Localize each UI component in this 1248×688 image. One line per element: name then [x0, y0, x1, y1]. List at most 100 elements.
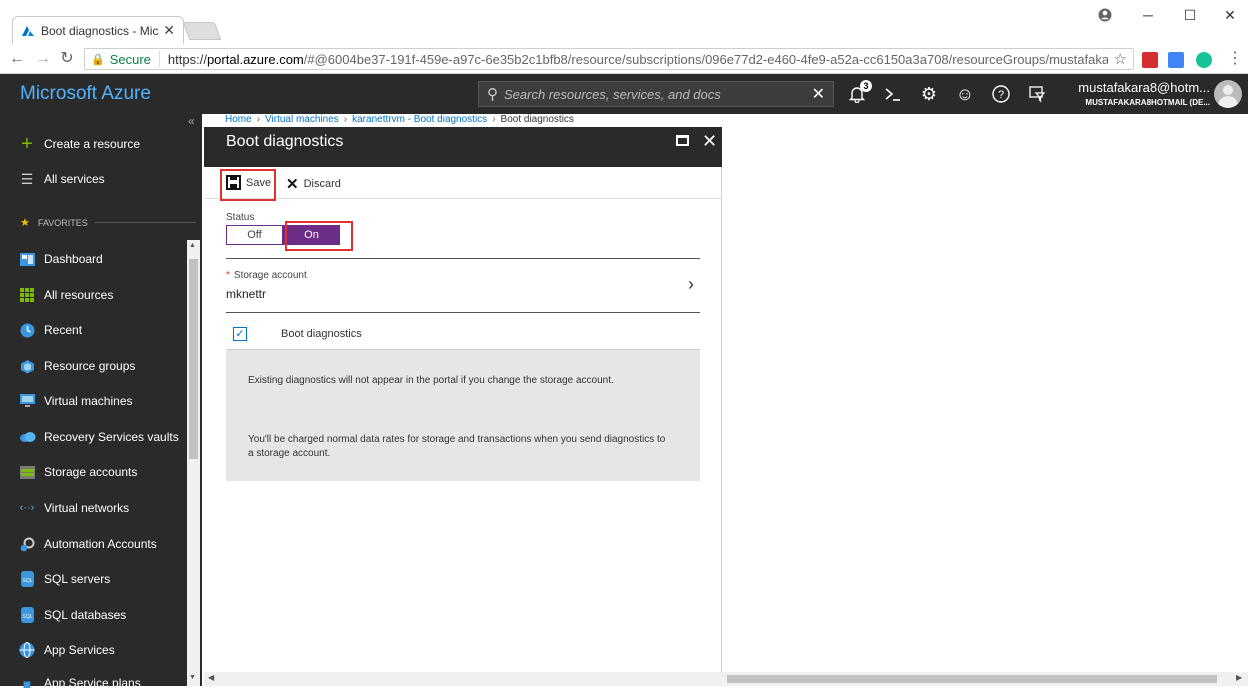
- cloud-shell-icon[interactable]: [876, 80, 910, 108]
- horizontal-scrollbar[interactable]: ◀ ▶: [204, 672, 1248, 686]
- horizontal-scroll-thumb[interactable]: [727, 675, 1217, 683]
- profile-icon[interactable]: [1096, 4, 1114, 26]
- resource-groups-icon: [18, 358, 36, 374]
- browser-tabbar: Boot diagnostics - Micro ✕ ─ ☐ ✕: [0, 0, 1248, 44]
- plus-icon: +: [21, 132, 33, 155]
- sidebar-item-app-service-plans[interactable]: ■ App Service plans: [18, 676, 141, 688]
- network-icon: ‹··›: [19, 502, 35, 514]
- sidebar-item-sql-servers[interactable]: SQL SQL servers: [18, 569, 110, 589]
- app-service-globe-icon: [18, 642, 36, 658]
- sql-server-icon: SQL: [18, 571, 36, 587]
- chevron-right-icon[interactable]: ›: [688, 274, 694, 295]
- scroll-right-arrow-icon[interactable]: ▶: [1236, 673, 1242, 682]
- close-blade-icon[interactable]: ✕: [702, 131, 717, 152]
- browser-toolbar: ← → ↻ 🔒 Secure https://portal.azure.com/…: [0, 44, 1248, 74]
- sidebar-item-all-resources[interactable]: All resources: [18, 285, 113, 305]
- minimize-button[interactable]: ─: [1134, 4, 1162, 26]
- back-arrow-icon[interactable]: ←: [8, 50, 26, 68]
- storage-icon: [18, 464, 36, 480]
- svg-text:SQL: SQL: [22, 614, 32, 620]
- secure-indicator[interactable]: 🔒 Secure: [85, 51, 160, 67]
- divider: [226, 312, 700, 313]
- collapse-sidebar-icon[interactable]: «: [188, 114, 195, 128]
- boot-diagnostics-checkbox[interactable]: ✓: [233, 327, 247, 341]
- directory-filter-icon[interactable]: [1020, 80, 1054, 108]
- url-text: https://portal.azure.com/#@6004be37-191f…: [167, 51, 1108, 67]
- breadcrumb-current: Boot diagnostics: [500, 114, 574, 125]
- info-text-storage-change: Existing diagnostics will not appear in …: [248, 375, 614, 386]
- discard-button[interactable]: ✕ Discard: [286, 175, 341, 193]
- sidebar-scroll-thumb[interactable]: [189, 259, 198, 459]
- automation-icon: [18, 536, 36, 552]
- breadcrumb-virtual-machines[interactable]: Virtual machines: [265, 114, 339, 125]
- clock-icon: [18, 322, 36, 338]
- list-icon: ☰: [20, 170, 34, 187]
- sidebar-item-create-resource[interactable]: + Create a resource: [18, 132, 140, 155]
- sidebar-item-resource-groups[interactable]: Resource groups: [18, 356, 135, 376]
- favorites-header: ★ FAVORITES: [20, 216, 196, 229]
- bookmark-star-icon[interactable]: ☆: [1108, 50, 1133, 68]
- azure-search-box[interactable]: ⚲ Search resources, services, and docs ✕: [478, 81, 834, 107]
- dashboard-icon: [18, 251, 36, 267]
- sidebar-item-app-services[interactable]: App Services: [18, 640, 115, 660]
- user-email: mustafakara8@hotm...: [1078, 80, 1210, 95]
- help-icon[interactable]: ?: [984, 80, 1018, 108]
- sidebar-item-all-services[interactable]: ☰ All services: [18, 169, 105, 189]
- sidebar-item-dashboard[interactable]: Dashboard: [18, 249, 103, 269]
- all-resources-grid-icon: [18, 287, 36, 303]
- maximize-blade-icon[interactable]: [676, 135, 689, 146]
- maximize-button[interactable]: ☐: [1176, 4, 1204, 26]
- extension-translate-icon[interactable]: [1168, 52, 1184, 68]
- avatar[interactable]: [1214, 80, 1242, 108]
- tab-close-icon[interactable]: ✕: [163, 22, 175, 39]
- save-highlight-box: [220, 169, 276, 201]
- on-highlight-box: [285, 221, 353, 251]
- storage-account-label: * Storage account: [226, 270, 307, 281]
- forward-arrow-icon[interactable]: →: [34, 50, 52, 68]
- cloud-vault-icon: [18, 429, 36, 445]
- divider: [226, 258, 700, 259]
- page-title: Boot diagnostics: [226, 133, 344, 150]
- extension-grammarly-icon[interactable]: [1196, 52, 1212, 68]
- notification-badge: 3: [860, 80, 872, 92]
- breadcrumb-home[interactable]: Home: [225, 114, 252, 125]
- extension-lastpass-icon[interactable]: [1142, 52, 1158, 68]
- command-bar: Save ✕ Discard: [204, 167, 722, 199]
- close-window-button[interactable]: ✕: [1216, 4, 1244, 26]
- user-account[interactable]: mustafakara8@hotm... MUSTAFAKARA8HOTMAIL…: [1060, 80, 1210, 107]
- azure-sidebar: « + Create a resource ☰ All services ★ F…: [0, 114, 202, 688]
- scroll-down-arrow-icon[interactable]: ▼: [189, 674, 196, 681]
- new-tab-button[interactable]: [182, 22, 222, 40]
- sidebar-item-recent[interactable]: Recent: [18, 320, 82, 340]
- sidebar-item-virtual-machines[interactable]: Virtual machines: [18, 391, 133, 411]
- sidebar-item-storage-accounts[interactable]: Storage accounts: [18, 462, 137, 482]
- breadcrumb-vm[interactable]: karanettrvm - Boot diagnostics: [352, 114, 487, 125]
- status-off-option[interactable]: Off: [226, 225, 283, 245]
- search-icon: ⚲: [487, 86, 498, 103]
- azure-logo-icon: [22, 25, 34, 36]
- boot-diagnostics-checkbox-label: Boot diagnostics: [281, 328, 362, 340]
- scroll-up-arrow-icon[interactable]: ▲: [189, 242, 196, 249]
- clear-search-icon[interactable]: ✕: [812, 84, 825, 104]
- info-box: Existing diagnostics will not appear in …: [226, 350, 700, 481]
- azure-brand[interactable]: Microsoft Azure: [20, 83, 151, 105]
- reload-icon[interactable]: ↻: [58, 50, 76, 68]
- star-icon: ★: [20, 217, 30, 229]
- sidebar-item-automation[interactable]: Automation Accounts: [18, 534, 157, 554]
- storage-account-value[interactable]: mknettr: [226, 287, 266, 301]
- sidebar-item-virtual-networks[interactable]: ‹··› Virtual networks: [18, 498, 129, 518]
- browser-tab[interactable]: Boot diagnostics - Micro ✕: [12, 16, 184, 44]
- settings-gear-icon[interactable]: ⚙: [912, 80, 946, 108]
- virtual-machine-icon: [18, 393, 36, 409]
- blade-header: Boot diagnostics ✕: [204, 127, 722, 167]
- sidebar-item-sql-databases[interactable]: SQL SQL databases: [18, 605, 126, 625]
- feedback-smiley-icon[interactable]: ☺: [948, 80, 982, 108]
- sidebar-item-recovery-vaults[interactable]: Recovery Services vaults: [18, 427, 179, 447]
- svg-text:?: ?: [998, 89, 1004, 101]
- notifications-bell-icon[interactable]: 3: [840, 80, 874, 108]
- url-bar[interactable]: 🔒 Secure https://portal.azure.com/#@6004…: [84, 48, 1134, 70]
- user-tenant: MUSTAFAKARA8HOTMAIL (DE...: [1085, 98, 1210, 107]
- status-label: Status: [226, 212, 255, 223]
- browser-menu-icon[interactable]: ⋮: [1226, 50, 1244, 68]
- scroll-left-arrow-icon[interactable]: ◀: [208, 673, 214, 682]
